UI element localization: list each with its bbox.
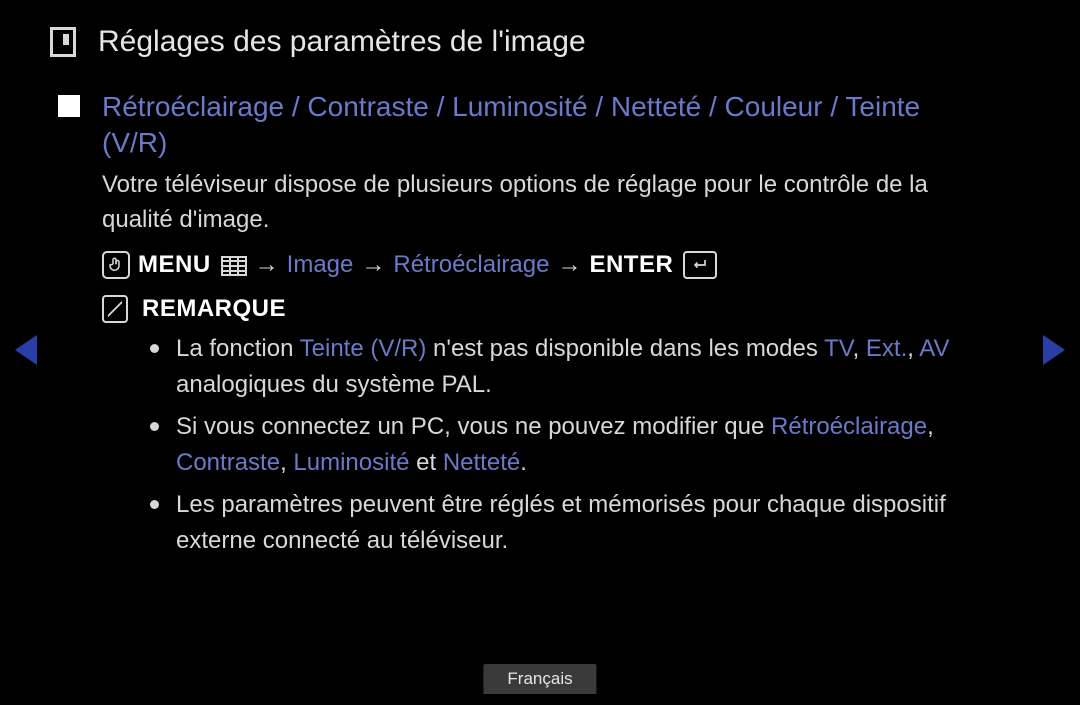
list-item: Si vous connectez un PC, vous ne pouvez … (146, 409, 990, 481)
path-step-image: Image (287, 251, 354, 279)
arrow-sep-icon: → (361, 251, 385, 279)
remark-row: REMARQUE (102, 295, 1030, 323)
enter-icon (683, 251, 717, 279)
note-highlight: TV (824, 335, 852, 362)
arrow-sep-icon: → (255, 251, 279, 279)
square-bullet-icon (58, 95, 80, 117)
note-text: . (520, 449, 527, 476)
note-text: , (927, 413, 934, 440)
note-highlight: Teinte (V/R) (300, 335, 427, 362)
note-highlight: Contraste (176, 449, 280, 476)
note-text: Si vous connectez un PC, vous ne pouvez … (176, 413, 771, 440)
note-highlight: Rétroéclairage (771, 413, 927, 440)
section-heading: Rétroéclairage / Contraste / Luminosité … (102, 89, 982, 162)
menu-path: MENU → Image → Rétroéclairage → ENTER (102, 251, 1030, 279)
list-item: La fonction Teinte (V/R) n'est pas dispo… (146, 331, 990, 403)
note-text: analogiques du système PAL. (176, 371, 492, 398)
note-highlight: Netteté (443, 449, 520, 476)
menu-label: MENU (138, 251, 211, 279)
note-highlight: Luminosité (293, 449, 409, 476)
list-item: Les paramètres peuvent être réglés et mé… (146, 487, 990, 559)
note-text: , (853, 335, 866, 362)
arrow-sep-icon: → (557, 251, 581, 279)
remote-hand-icon (102, 251, 130, 279)
section: Rétroéclairage / Contraste / Luminosité … (58, 89, 1030, 559)
note-text: , (280, 449, 293, 476)
note-text: La fonction (176, 335, 300, 362)
note-text: et (409, 449, 442, 476)
notes-list: La fonction Teinte (V/R) n'est pas dispo… (146, 331, 1030, 559)
page-title: Réglages des paramètres de l'image (98, 25, 586, 59)
note-pencil-icon (102, 295, 128, 323)
bookmark-icon (50, 27, 76, 57)
path-step-backlight: Rétroéclairage (393, 251, 549, 279)
note-highlight: Ext. (866, 335, 907, 362)
language-tab[interactable]: Français (483, 664, 596, 697)
enter-label: ENTER (589, 251, 673, 279)
note-highlight: AV (919, 335, 949, 362)
note-text: Les paramètres peuvent être réglés et mé… (176, 491, 946, 554)
section-heading-row: Rétroéclairage / Contraste / Luminosité … (58, 89, 1030, 162)
next-page-arrow[interactable] (1043, 335, 1065, 365)
manual-page: Réglages des paramètres de l'image Rétro… (0, 0, 1080, 705)
note-text: n'est pas disponible dans les modes (426, 335, 824, 362)
menu-grid-icon (221, 256, 247, 276)
page-title-row: Réglages des paramètres de l'image (50, 25, 1030, 59)
section-intro: Votre téléviseur dispose de plusieurs op… (102, 168, 982, 238)
note-text: , (907, 335, 919, 362)
remark-label: REMARQUE (142, 295, 286, 323)
prev-page-arrow[interactable] (15, 335, 37, 365)
